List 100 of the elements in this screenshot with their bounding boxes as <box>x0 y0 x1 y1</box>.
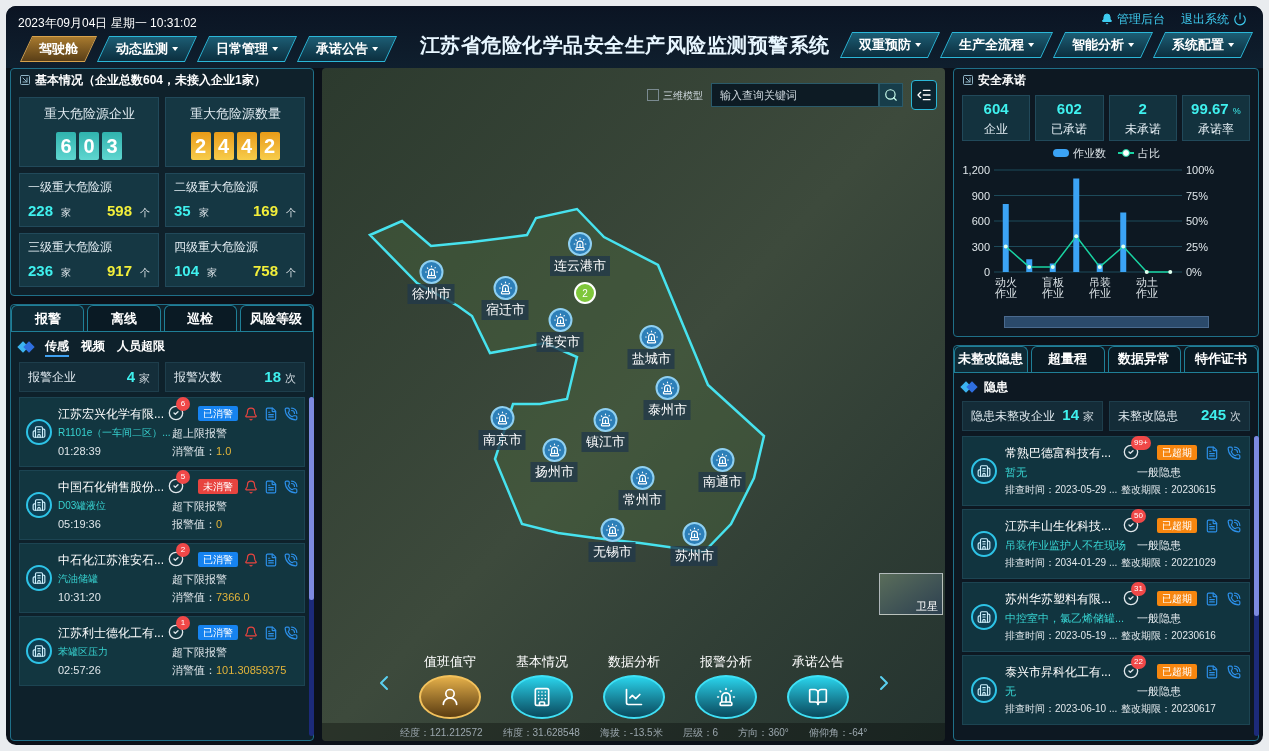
document-icon[interactable] <box>1205 518 1219 533</box>
collapse-icon[interactable] <box>911 80 937 110</box>
subtab[interactable]: 视频 <box>81 337 105 357</box>
subtab[interactable]: 传感 <box>45 337 69 357</box>
siren-marker-icon[interactable] <box>542 438 566 462</box>
stat-value: 14 <box>1062 405 1079 426</box>
hazard-card[interactable]: 泰兴市昇科化工有... 22 已超期 无 一般隐患 排查时间：2023-06-10 ... 整改期限：20230617 <box>962 654 1250 725</box>
nav-tab[interactable]: 智能分析 <box>1052 32 1154 58</box>
bell-icon[interactable] <box>244 406 258 421</box>
checkbox[interactable] <box>647 89 659 101</box>
phone-icon[interactable] <box>1227 591 1241 606</box>
scrollbar-thumb[interactable] <box>309 397 314 601</box>
stat-value: 4 <box>126 366 135 387</box>
hazard-card[interactable]: 江苏丰山生化科技... 50 已超期 吊装作业监护人不在现场 一般隐患 排查时间：2034-01-29 ... 整改期限：20221029 <box>962 508 1250 579</box>
sensor-location: 汽油储罐 <box>58 572 99 587</box>
document-icon[interactable] <box>1205 664 1219 679</box>
document-icon[interactable] <box>264 552 278 567</box>
siren-marker-icon[interactable] <box>490 406 514 430</box>
panel-tab[interactable]: 特作证书 <box>1184 345 1258 372</box>
y-tick-label: 1,200 <box>962 163 990 176</box>
city-label[interactable]: 常州市 <box>618 490 666 510</box>
alarm-value-label: 消警值： <box>172 663 216 678</box>
document-icon[interactable] <box>1205 445 1219 460</box>
alarm-card[interactable]: 江苏利士德化工有... 1 已消警 苯罐区压力 超下限报警 02:57:26 消警值：101.30859375 <box>19 616 305 686</box>
siren-marker-icon[interactable] <box>630 466 654 490</box>
document-icon[interactable] <box>1205 591 1219 606</box>
nav-tab[interactable]: 生产全流程 <box>939 32 1054 58</box>
nav-tab[interactable]: 承诺公告 <box>296 36 398 62</box>
nav-tab[interactable]: 驾驶舱 <box>19 36 98 62</box>
city-label[interactable]: 南通市 <box>698 472 746 492</box>
panel-tab[interactable]: 巡检 <box>163 305 237 331</box>
search-button[interactable] <box>879 83 903 107</box>
phone-icon[interactable] <box>1227 518 1241 533</box>
city-label[interactable]: 连云港市 <box>550 256 610 276</box>
nav-tab[interactable]: 动态监测 <box>96 36 198 62</box>
siren-marker-icon[interactable] <box>419 260 443 284</box>
siren-marker-icon[interactable] <box>682 522 706 546</box>
document-icon[interactable] <box>264 625 278 640</box>
siren-marker-icon[interactable] <box>548 308 572 332</box>
admin-link[interactable]: 管理后台 <box>1101 10 1165 28</box>
city-label[interactable]: 淮安市 <box>536 332 584 352</box>
scrollbar-track[interactable] <box>309 397 314 736</box>
datetime: 2023年09月04日 星期一 10:31:02 <box>18 15 198 32</box>
satellite-thumbnail[interactable]: 卫星 <box>879 573 943 615</box>
scrollbar-thumb[interactable] <box>1254 435 1259 616</box>
siren-marker-icon[interactable] <box>655 376 679 400</box>
x-axis-label: 盲板作业 <box>1041 275 1064 299</box>
phone-icon[interactable] <box>1227 664 1241 679</box>
panel-tab[interactable]: 离线 <box>87 305 161 331</box>
y-tick-label: 0 <box>983 265 990 278</box>
search-field[interactable]: 输入查询关键词 <box>711 83 879 107</box>
panel-tab[interactable]: 未整改隐患 <box>954 345 1028 372</box>
document-icon[interactable] <box>264 479 278 494</box>
city-label[interactable]: 苏州市 <box>670 546 718 566</box>
source-count: 758 <box>252 260 278 281</box>
chart-bar <box>1120 212 1127 272</box>
city-label[interactable]: 镇江市 <box>581 432 629 452</box>
alarm-card[interactable]: 江苏宏兴化学有限... 6 已消警 R1101e（一车间二区）...超上限报警 01:28:39 消警值：1.0 <box>19 397 305 467</box>
siren-marker-icon[interactable] <box>639 325 663 349</box>
nav-tab[interactable]: 日常管理 <box>196 36 298 62</box>
siren-marker-icon[interactable] <box>593 408 617 432</box>
logout-link[interactable]: 退出系统 <box>1181 10 1247 28</box>
hazard-card[interactable]: 常熟巴德富科技有... 99+ 已超期 暂无 一般隐患 排查时间：2023-05-29 ... 整改期限：20230615 <box>962 435 1250 506</box>
panel-icon <box>19 74 31 86</box>
bell-icon[interactable] <box>244 625 258 640</box>
city-label[interactable]: 无锡市 <box>588 542 636 562</box>
siren-marker-icon[interactable] <box>568 232 592 256</box>
bell-icon[interactable] <box>244 552 258 567</box>
panel-tab[interactable]: 数据异常 <box>1107 345 1182 372</box>
phone-icon[interactable] <box>1227 445 1241 460</box>
scrollbar-track[interactable] <box>1254 435 1259 736</box>
bell-icon[interactable] <box>244 479 258 494</box>
hazard-card[interactable]: 苏州华苏塑料有限... 31 已超期 中控室中，氯乙烯储罐... 一般隐患 排查时间：2023-05-19 ... 整改期限：20230616 <box>962 581 1250 652</box>
phone-icon[interactable] <box>284 625 298 640</box>
subtab[interactable]: 人员超限 <box>117 337 165 357</box>
city-label[interactable]: 南京市 <box>478 430 526 450</box>
phone-icon[interactable] <box>284 479 298 494</box>
city-label[interactable]: 盐城市 <box>627 349 675 369</box>
panel-tab[interactable]: 报警 <box>11 305 85 331</box>
panel-tab[interactable]: 超量程 <box>1030 345 1105 372</box>
y2-tick-label: 75% <box>1186 189 1209 201</box>
siren-marker-icon[interactable] <box>493 276 517 300</box>
satellite-map[interactable]: 三维模型 输入查询关键词 连云港市 徐州市 宿迁市 淮安市 盐城市 泰州市 南京市 扬州市 镇江市 常州市 南通市 无锡市 苏州市 2 卫星 值班值守 基本情况 数据分析 报警分析 承诺公告 经度：121.212572 纬度：31.628548 海拔：-13.5米 层级：6 方向：360° 俯仰角：-64° <box>322 68 945 741</box>
siren-marker-icon[interactable] <box>710 448 734 472</box>
zoom-slider-drawing[interactable] <box>1003 315 1209 328</box>
document-icon[interactable] <box>264 406 278 421</box>
siren-marker-icon[interactable] <box>600 518 624 542</box>
city-label[interactable]: 扬州市 <box>530 462 578 482</box>
panel-tab[interactable]: 风险等级 <box>239 305 313 331</box>
nav-tab[interactable]: 双重预防 <box>839 32 941 58</box>
company-name: 苏州华苏塑料有限... <box>1005 590 1112 608</box>
count-badge: 22 <box>1131 654 1146 669</box>
phone-icon[interactable] <box>284 406 298 421</box>
phone-icon[interactable] <box>284 552 298 567</box>
city-label[interactable]: 泰州市 <box>643 400 691 420</box>
nav-tab[interactable]: 系统配置 <box>1152 32 1254 58</box>
city-label[interactable]: 徐州市 <box>407 284 455 304</box>
alarm-card[interactable]: 中国石化销售股份... 5 未消警 D03罐液位 超下限报警 05:19:36 报警值：0 <box>19 470 305 540</box>
city-label[interactable]: 宿迁市 <box>481 300 529 320</box>
alarm-card[interactable]: 中石化江苏淮安石... 2 已消警 汽油储罐 超下限报警 10:31:20 消警值：7366.0 <box>19 543 305 613</box>
